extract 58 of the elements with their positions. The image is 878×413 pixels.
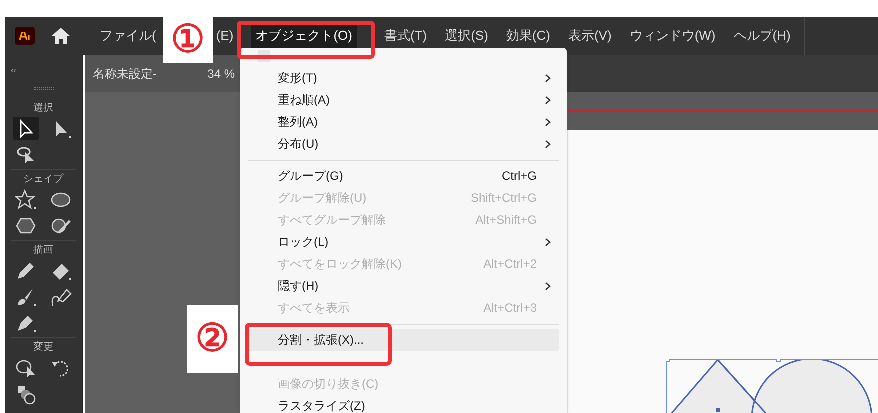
menu-item[interactable]: ウィンドウ(W) xyxy=(624,24,721,48)
section-label: 選択 xyxy=(34,102,54,116)
menu-item[interactable]: 選択(S) xyxy=(440,24,494,48)
option-label: グループ(G) xyxy=(278,168,344,185)
callout-badge: ② xyxy=(187,305,238,373)
menu-option[interactable]: 隠す(H) xyxy=(248,275,559,297)
chevron-right-icon xyxy=(545,118,551,126)
option-label: すべてを表示 xyxy=(278,300,351,317)
shortcut-text: Alt+Shift+G xyxy=(476,212,537,229)
menu-item[interactable]: ファイル( xyxy=(95,24,162,48)
home-icon[interactable] xyxy=(51,27,71,45)
collapse-toggle[interactable]: ‹‹ xyxy=(11,66,16,75)
option-label: グループ解除(U) xyxy=(278,190,368,207)
arrow-pointer-icon[interactable] xyxy=(12,117,38,140)
section-label: 描画 xyxy=(34,244,54,258)
zoom-level: 34 % xyxy=(208,66,235,82)
chevron-right-icon xyxy=(545,238,551,246)
option-label: 変形(T) xyxy=(278,70,318,87)
menu-option[interactable]: 重ね順(A) xyxy=(248,89,559,111)
shortcut-text: Shift+Ctrl+G xyxy=(470,190,537,207)
shortcut-text: Alt+Ctrl+2 xyxy=(484,256,537,273)
menu-item[interactable]: 表示(V) xyxy=(563,24,617,48)
option-label: ラスタライズ(Z) xyxy=(278,398,366,413)
option-label: 重ね順(A) xyxy=(278,92,331,109)
star-icon[interactable] xyxy=(12,188,38,211)
panel-grip-icon[interactable] xyxy=(34,87,54,90)
option-label: 画像の切り抜き(C) xyxy=(278,376,380,393)
option-label: 整列(A) xyxy=(278,114,319,131)
menu-option[interactable]: 分布(U) xyxy=(248,133,559,155)
menu-option[interactable]: グループ(G) Ctrl+G xyxy=(248,165,559,187)
option-label: 分割・拡張(X)... xyxy=(278,332,365,349)
callout-badge: ① xyxy=(163,17,213,63)
menu-item[interactable]: オブジェクト(O) xyxy=(250,24,358,48)
chevron-right-icon xyxy=(545,74,551,82)
menu-option[interactable]: 整列(A) xyxy=(248,111,559,133)
menu-item[interactable]: ヘルプ(H) xyxy=(728,24,796,48)
menu-item[interactable]: (E) xyxy=(211,24,239,48)
option-label: ロック(L) xyxy=(278,234,330,251)
document-tab[interactable]: 名称未設定- 34 % xyxy=(85,55,243,92)
option-label: 分布(U) xyxy=(278,136,320,153)
option-label: すべてをロック解除(K) xyxy=(278,256,403,273)
chevron-right-icon xyxy=(545,96,551,104)
menu-item[interactable]: 効果(C) xyxy=(501,24,556,48)
chevron-right-icon xyxy=(545,140,551,148)
section-label: シェイプ xyxy=(24,173,64,187)
chevron-right-icon xyxy=(545,282,551,290)
menu-option[interactable]: 分割・拡張(X)... xyxy=(248,329,559,351)
shortcut-text: Ctrl+G xyxy=(502,168,537,185)
option-label: 隠す(H) xyxy=(278,278,320,295)
app-logo-icon[interactable] xyxy=(15,27,35,45)
menu-option[interactable]: ラスタライズ(Z) xyxy=(248,395,559,413)
menu-option[interactable]: 変形(T) xyxy=(248,67,559,89)
section-label: 変更 xyxy=(34,341,54,355)
document-title: 名称未設定- xyxy=(93,66,157,82)
option-label: すべてグループ解除 xyxy=(278,212,387,229)
menu-option[interactable]: ロック(L) xyxy=(248,231,559,253)
shortcut-text: Alt+Ctrl+3 xyxy=(484,300,537,317)
menu-item[interactable]: 書式(T) xyxy=(379,24,432,48)
